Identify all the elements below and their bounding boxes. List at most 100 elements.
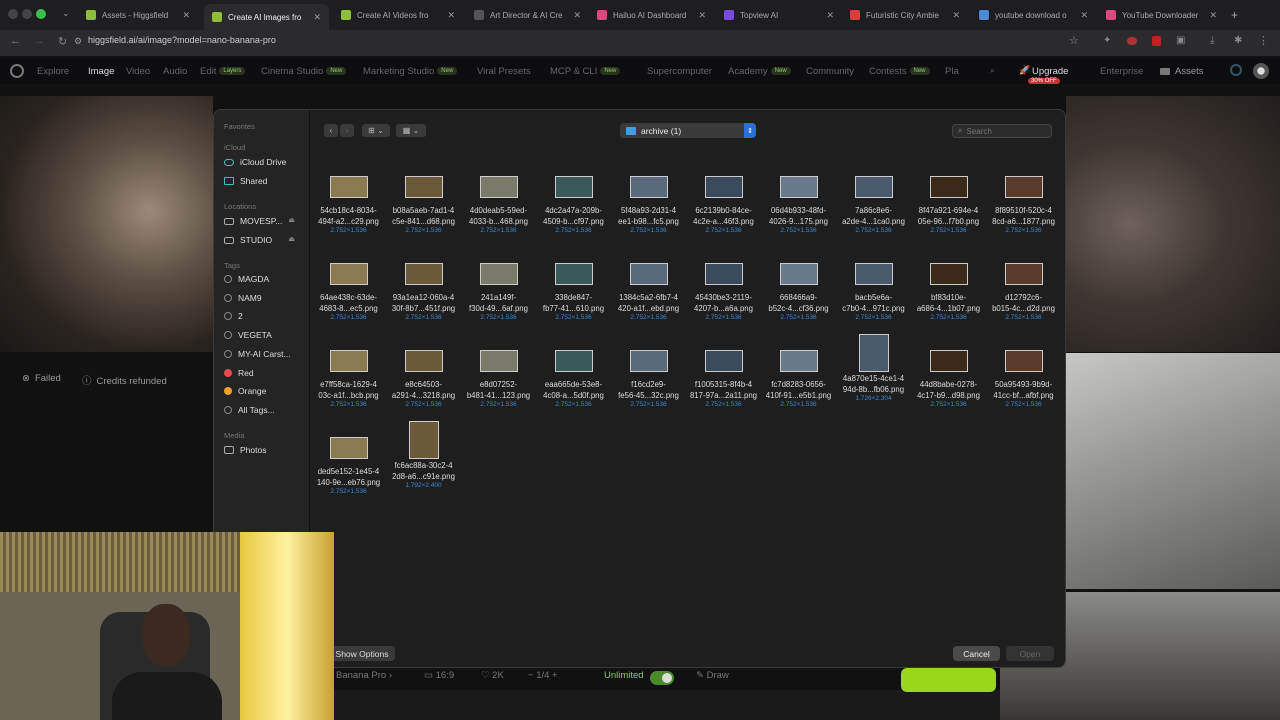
file-item[interactable]: ded5e152-1e45-4 140-9e...eb76.png 2.752×1.…	[311, 431, 386, 495]
more-menu-icon[interactable]: ⋮	[1258, 34, 1269, 47]
aspect-ratio-selector[interactable]: ▭ 16:9	[424, 670, 454, 681]
nav-item[interactable]: MCP & CLI New	[550, 66, 621, 77]
enterprise-link[interactable]: Enterprise	[1100, 66, 1143, 77]
sidebar-item-tag[interactable]: NAM9	[224, 293, 262, 303]
file-item[interactable]: 338de847- fb77-41...610.png 2.752×1.536	[536, 257, 611, 321]
sidebar-item-tag[interactable]: 2	[224, 311, 243, 321]
notification-icon[interactable]	[1230, 64, 1242, 76]
file-item[interactable]: fc7d8283-0656- 410f-91...e5b1.png 2.752×1.…	[761, 344, 836, 408]
profile-icon[interactable]: ✱	[1234, 35, 1242, 46]
file-item[interactable]: bacb5e6a-c7b0-4...971c.png 2.752×1.536	[836, 257, 911, 321]
file-item[interactable]: 4a870e15-4ce1-4 94d-8b...fb06.png 1.726×2.…	[836, 334, 911, 402]
file-item[interactable]: 06d4b933-48fd- 4026-9...175.png 2.752×1.53…	[761, 170, 836, 234]
back-icon[interactable]: ←	[10, 35, 21, 47]
tab-close-icon[interactable]: ✕	[447, 10, 455, 21]
upgrade-button[interactable]: Upgrade	[1032, 66, 1068, 77]
model-selector[interactable]: Banana Pro ›	[336, 670, 392, 681]
nav-item[interactable]: Edit Layers	[200, 66, 246, 77]
tab[interactable]: Create AI Images fro ✕	[204, 4, 329, 30]
search-input[interactable]	[966, 126, 1047, 136]
tab-close-icon[interactable]: ✕	[1080, 10, 1088, 21]
resolution-selector[interactable]: ♡ 2K	[481, 670, 504, 681]
nav-item[interactable]: Cinema Studio New	[261, 66, 347, 77]
eject-icon[interactable]: ⏏	[288, 235, 295, 243]
tab-close-icon[interactable]: ✕	[182, 10, 190, 21]
puzzle-icon[interactable]: ▣	[1176, 35, 1185, 46]
tab-close-icon[interactable]: ✕	[573, 10, 581, 21]
file-item[interactable]: eaa665de-53e8- 4c08-a...5d0f.png 2.752×1.5…	[536, 344, 611, 408]
file-item[interactable]: 54cb18c4-8034- 494f-a2...c29.png 2.752×1.5…	[311, 170, 386, 234]
sidebar-item-photos[interactable]: Photos	[224, 445, 266, 455]
sidebar-item-icloud-drive[interactable]: iCloud Drive	[224, 157, 286, 167]
file-item[interactable]: f16cd2e9- fe56-45...32c.png 2.752×1.536	[611, 344, 686, 408]
window-minimize-button[interactable]	[22, 9, 32, 19]
tab[interactable]: YouTube Downloader ✕	[1098, 4, 1225, 26]
show-options-button[interactable]: Show Options	[329, 646, 395, 661]
file-item[interactable]: f1005315-8f4b-4 817-97a...2a11.png 2.752×1…	[686, 344, 761, 408]
nav-item[interactable]: Supercomputer	[647, 66, 712, 77]
new-tab-button[interactable]: +	[1231, 8, 1238, 22]
file-item[interactable]: 4d0deab5-59ed- 4033-b...468.png 2.752×1.53…	[461, 170, 536, 234]
window-zoom-button[interactable]	[36, 9, 46, 19]
tab-close-icon[interactable]: ✕	[698, 10, 706, 21]
file-item[interactable]: bf83d10e-a686-4...1b07.png 2.752×1.536	[911, 257, 986, 321]
reload-icon[interactable]: ↻	[58, 35, 67, 48]
download-icon[interactable]: ⤓	[1210, 35, 1214, 46]
sidebar-item-tag[interactable]: All Tags...	[224, 405, 275, 415]
search-icon[interactable]: ⌕	[990, 65, 995, 76]
file-item[interactable]: 45430be3-2119- 4207-b...a6a.png 2.752×1.53…	[686, 257, 761, 321]
cancel-button[interactable]: Cancel	[953, 646, 1000, 661]
window-close-button[interactable]	[8, 9, 18, 19]
file-item[interactable]: 5f48a93-2d31-4 ee1-b98...fc5.png 2.752×1.5…	[611, 170, 686, 234]
file-item[interactable]: 1384c5a2-6fb7-4 420-a1f...ebd.png 2.752×1.…	[611, 257, 686, 321]
tab[interactable]: youtube download o ✕	[971, 4, 1096, 26]
file-item[interactable]: 6c2139b0-84ce- 4c2e-a...46f3.png 2.752×1.5…	[686, 170, 761, 234]
higgsfield-logo-icon[interactable]	[10, 64, 24, 78]
tab-close-icon[interactable]: ✕	[826, 10, 834, 21]
group-by-button[interactable]: ▦ ⌄	[396, 124, 426, 137]
forward-icon[interactable]: →	[34, 35, 45, 47]
tab[interactable]: Create AI Videos fro ✕	[333, 4, 463, 26]
tab-close-icon[interactable]: ✕	[313, 12, 321, 23]
sidebar-item-tag[interactable]: VEGETA	[224, 330, 272, 340]
extension-icon[interactable]: ✦	[1103, 35, 1111, 46]
forward-button[interactable]: ›	[340, 124, 354, 137]
url-field[interactable]: higgsfield.ai/ai/image?model=nano-banana…	[88, 35, 276, 45]
file-item[interactable]: 8f47a921-694e-4 05e-96...f7b0.png 2.752×1.…	[911, 170, 986, 234]
tab[interactable]: Hailuo AI Dashboard ✕	[589, 4, 714, 26]
sidebar-item-tag[interactable]: Orange	[224, 386, 266, 396]
sidebar-item-tag[interactable]: MY-AI Carst...	[224, 349, 291, 359]
file-item[interactable]: 64ae438c-63de- 4683-8...ec5.png 2.752×1.53…	[311, 257, 386, 321]
nav-item[interactable]: Community	[806, 66, 854, 77]
tab-close-icon[interactable]: ✕	[952, 10, 960, 21]
nav-item[interactable]: Explore	[37, 66, 69, 77]
tab[interactable]: Topview AI ✕	[716, 4, 842, 26]
nav-item[interactable]: Image	[88, 66, 114, 77]
file-item[interactable]: fc6ac88a-30c2-4 2d8-a6...c91e.png 1.792×2.…	[386, 421, 461, 489]
site-settings-icon[interactable]: ⚙	[74, 36, 82, 47]
folder-path-selector[interactable]: archive (1) ⇕	[620, 123, 756, 138]
tab[interactable]: Art Director & AI Cre ✕	[466, 4, 589, 26]
bookmark-star-icon[interactable]: ☆	[1069, 34, 1079, 47]
file-item[interactable]: 4dc2a47a-209b- 4509-b...cf97.png 2.752×1.5…	[536, 170, 611, 234]
draw-button[interactable]: ✎ Draw	[696, 670, 729, 681]
assets-link[interactable]: Assets	[1175, 66, 1204, 77]
generate-button[interactable]	[901, 668, 996, 692]
sidebar-item-shared[interactable]: Shared	[224, 176, 267, 186]
sidebar-item-tag[interactable]: MAGDA	[224, 274, 269, 284]
open-button[interactable]: Open	[1006, 646, 1054, 661]
file-item[interactable]: 44d8babe-0278- 4c17-b9...d98.png 2.752×1.5…	[911, 344, 986, 408]
tab[interactable]: Assets - Higgsfield ✕	[78, 4, 198, 26]
nav-item[interactable]: Viral Presets	[477, 66, 531, 77]
file-item[interactable]: b08a5aeb-7ad1-4 c5e-841...d68.png 2.752×1.…	[386, 170, 461, 234]
extension-icon[interactable]	[1127, 37, 1137, 45]
file-item[interactable]: e8d07252- b481-41...123.png 2.752×1.536	[461, 344, 536, 408]
sidebar-item-studio[interactable]: STUDIO	[224, 235, 272, 245]
file-item[interactable]: 8f89510f-520c-4 8cd-a6...1877.png 2.752×1.…	[986, 170, 1061, 234]
count-stepper[interactable]: − 1/4 +	[528, 670, 558, 681]
file-item[interactable]: 668466a9- b52c-4...cf36.png 2.752×1.536	[761, 257, 836, 321]
file-item[interactable]: 7a86c8e6- a2de-4...1ca0.png 2.752×1.536	[836, 170, 911, 234]
tab-list-chevron-icon[interactable]: ⌄	[62, 8, 70, 19]
file-item[interactable]: d12792c6- b015-4c...d2d.png 2.752×1.536	[986, 257, 1061, 321]
nav-item[interactable]: Audio	[163, 66, 187, 77]
